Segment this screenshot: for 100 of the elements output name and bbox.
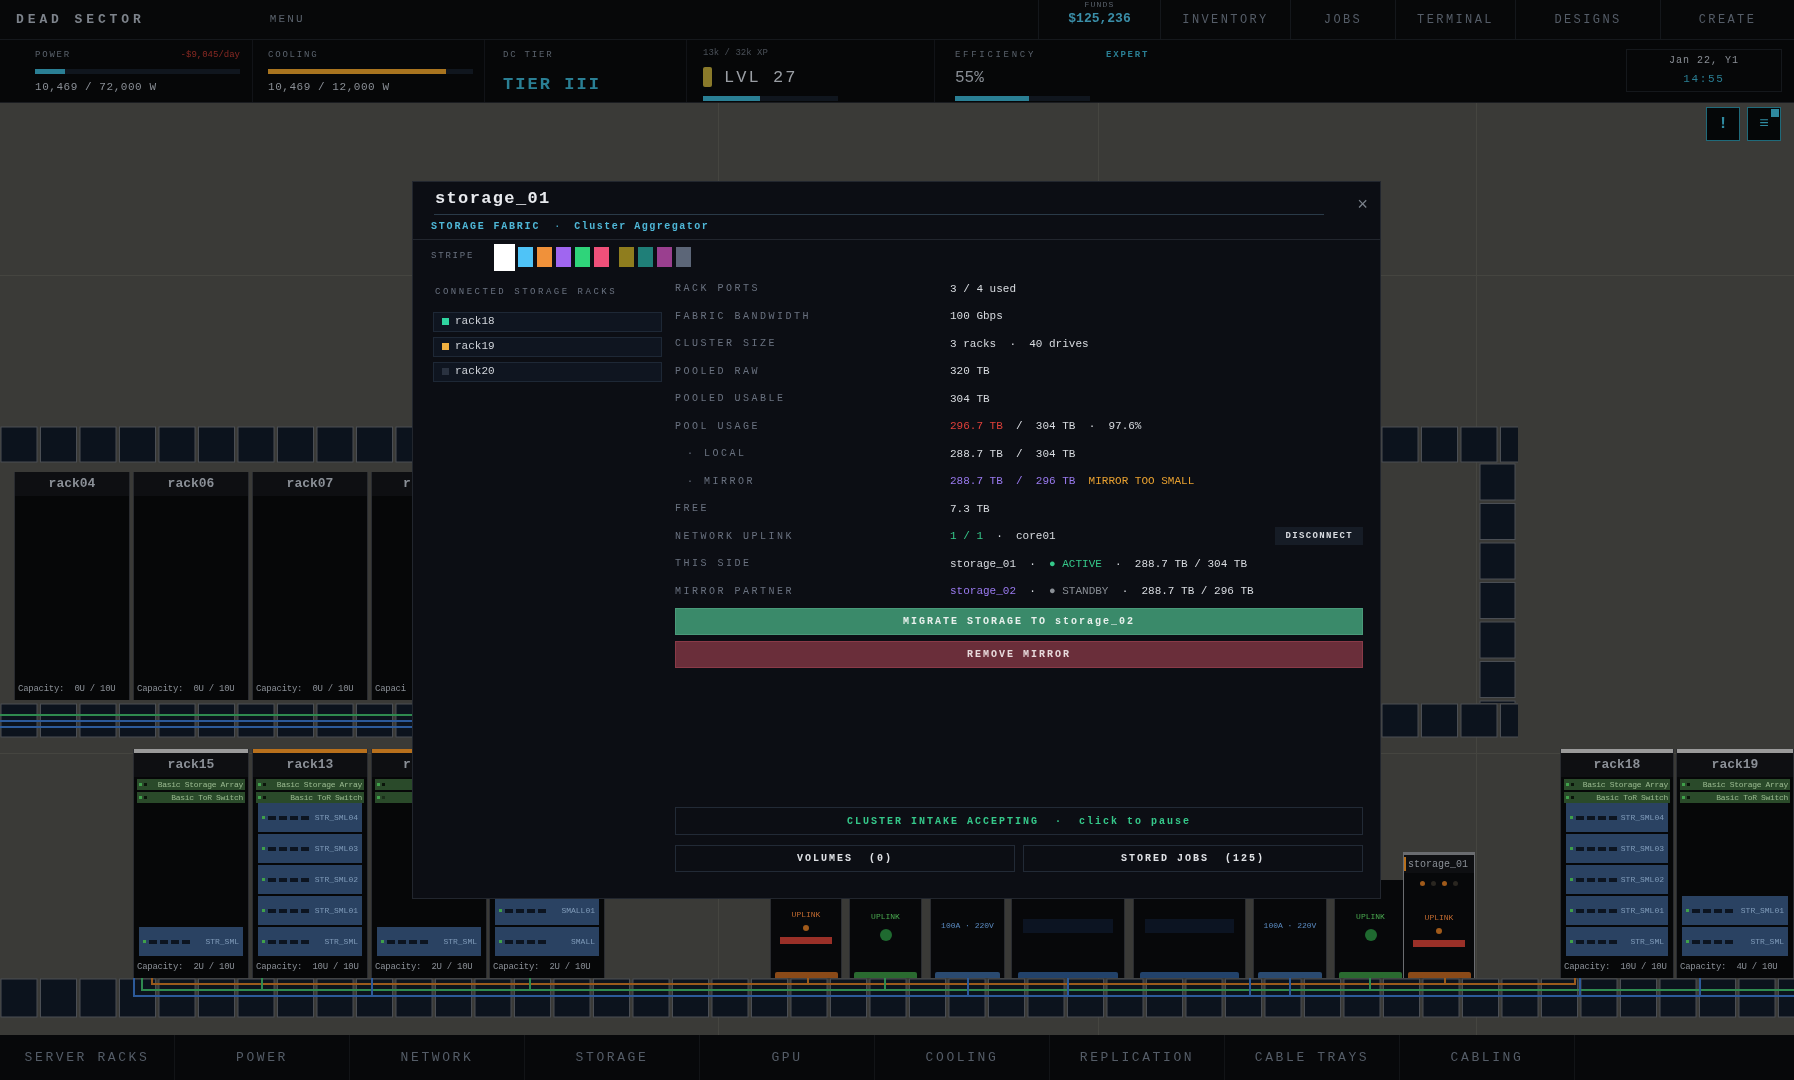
nav-tab[interactable]: DESIGNS	[1515, 0, 1660, 39]
menu-button[interactable]: MENU	[269, 11, 305, 28]
unit-label: 100A · 220V	[1263, 920, 1317, 932]
field-value: 3 / 4 used	[950, 281, 1016, 297]
drive-label: STR_SML	[1750, 935, 1784, 948]
cost-label: -$9,045/day	[180, 49, 240, 62]
field-label: RACK PORTS	[675, 282, 761, 297]
footer-bar	[1407, 972, 1471, 978]
unit-label: UPLINK	[1356, 911, 1385, 923]
rack-name: rack20	[455, 364, 495, 380]
nav-tab[interactable]: INVENTORY	[1160, 0, 1290, 39]
footer-bar	[774, 972, 838, 978]
stripe-label: STRIPE	[431, 250, 476, 264]
rack-list-item[interactable]: rack20	[433, 361, 662, 382]
field-label: POOLED USABLE	[675, 392, 787, 407]
field-value: ·	[1028, 584, 1037, 599]
bottom-tab[interactable]: POWER	[175, 1035, 350, 1080]
bottom-tab[interactable]: COOLING	[875, 1035, 1050, 1080]
color-swatch[interactable]	[619, 247, 634, 267]
capacity-label: Capacity: 0U / 10U	[18, 683, 116, 697]
field-value: 3 racks · 40 drives	[950, 336, 1089, 352]
bottom-tab[interactable]: GPU	[700, 1035, 875, 1080]
stat-value: 55%	[955, 67, 985, 89]
unit-label: 100A · 220V	[941, 920, 994, 932]
status-bar-icon	[780, 936, 832, 944]
rack-list-item[interactable]: rack18	[433, 311, 662, 332]
rack-name: rack19	[455, 339, 495, 355]
field-value: · 288.7 TB / 304 TB	[1114, 556, 1248, 572]
field-value: / 304 TB · 97.6%	[1015, 419, 1142, 434]
footer-bar	[1257, 972, 1323, 978]
nav-tab[interactable]: JOBS	[1290, 0, 1395, 39]
rack-list-item[interactable]: rack19	[433, 336, 662, 357]
panel-button[interactable]: VOLUMES (0)	[675, 845, 1015, 872]
led-icon	[1364, 929, 1377, 941]
color-swatch[interactable]	[594, 247, 609, 267]
bottom-tab[interactable]: CABLE TRAYS	[1225, 1035, 1400, 1080]
field-value: MIRROR TOO SMALL	[1087, 474, 1195, 489]
drive-label: STR_SML03	[314, 842, 358, 855]
color-swatch[interactable]	[537, 247, 552, 267]
category-label: STORAGE FABRIC	[431, 219, 541, 234]
unit-label: UPLINK	[1424, 911, 1454, 924]
field-value: 320 TB	[950, 364, 990, 379]
stat-label: POWER	[35, 49, 71, 62]
rack-name: rack18	[455, 314, 495, 330]
rack-label[interactable]: r	[403, 474, 411, 494]
field-value: 304 TB	[950, 391, 990, 407]
field-value: ● STANDBY	[1049, 584, 1109, 599]
color-swatch[interactable]	[495, 244, 514, 270]
time-label: 14:55	[1683, 72, 1725, 88]
bottom-tab[interactable]: NETWORK	[350, 1035, 525, 1080]
capacity-label: Capacity: 2U / 10U	[375, 961, 473, 975]
field-value: 1 / 1	[950, 529, 983, 544]
color-swatch[interactable]	[556, 247, 571, 267]
drive-label: STR_SML	[324, 935, 358, 948]
nav-tab[interactable]: CREATE	[1660, 0, 1794, 39]
field-value: · 288.7 TB / 296 TB	[1120, 584, 1254, 599]
field-label: NETWORK UPLINK	[675, 529, 795, 544]
device-label: Basic ToR Switch	[1716, 793, 1788, 802]
field-label: POOLED RAW	[675, 364, 761, 379]
capacity-label: Capacity: 0U / 10U	[256, 683, 354, 697]
device-label: Basic ToR Switch	[1596, 793, 1668, 802]
bottom-tab[interactable]: STORAGE	[525, 1035, 700, 1080]
footer-bar	[1338, 972, 1403, 978]
unit-label: UPLINK	[791, 908, 821, 921]
nav-tab[interactable]: TERMINAL	[1395, 0, 1515, 39]
corner-button[interactable]: ≡	[1747, 107, 1781, 141]
field-label: CLUSTER SIZE	[675, 337, 778, 352]
field-value: · core01	[995, 529, 1056, 544]
corner-button[interactable]: !	[1706, 107, 1740, 141]
panel-button[interactable]: STORED JOBS (125)	[1023, 845, 1363, 872]
color-swatch[interactable]	[676, 247, 691, 267]
field-label: FABRIC BANDWIDTH	[675, 309, 812, 324]
separator-dot: ·	[554, 219, 561, 234]
intake-toggle-button[interactable]: CLUSTER INTAKE ACCEPTING · click to pause	[675, 807, 1363, 835]
field-label: POOL USAGE	[675, 419, 761, 434]
app-title: DEAD SECTOR	[15, 10, 145, 29]
bottom-tab[interactable]: REPLICATION	[1050, 1035, 1225, 1080]
remove-mirror-button[interactable]: REMOVE MIRROR	[675, 641, 1363, 668]
drive-label: STR_SML01	[1620, 904, 1664, 917]
field-label: MIRROR PARTNER	[675, 584, 795, 599]
led-row-icon	[1420, 881, 1458, 886]
capacity-label: Capacity: 10U / 10U	[1564, 961, 1667, 975]
color-swatch[interactable]	[638, 247, 653, 267]
disconnect-button[interactable]: DISCONNECT	[1275, 527, 1363, 546]
stat-value: 10,469 / 12,000 W	[268, 79, 391, 95]
field-label: THIS SIDE	[675, 557, 753, 572]
field-value: storage_02	[950, 584, 1016, 599]
bottom-tab[interactable]: SERVER RACKS	[0, 1035, 175, 1080]
color-swatch[interactable]	[518, 247, 533, 267]
color-swatch[interactable]	[575, 247, 590, 267]
bottom-tab[interactable]: CABLING	[1400, 1035, 1575, 1080]
close-button[interactable]: ×	[1357, 196, 1368, 214]
device-label: Basic Storage Array	[1702, 780, 1788, 789]
stat-value: 10,469 / 72,000 W	[35, 79, 158, 95]
rack-label[interactable]: r	[403, 755, 411, 775]
rank-label: EXPERT	[1106, 49, 1150, 62]
level-value: LVL 27	[724, 66, 798, 89]
xp-label: 13k / 32k XP	[703, 47, 769, 60]
color-swatch[interactable]	[657, 247, 672, 267]
migrate-button[interactable]: MIGRATE STORAGE TO storage_02	[675, 608, 1363, 635]
